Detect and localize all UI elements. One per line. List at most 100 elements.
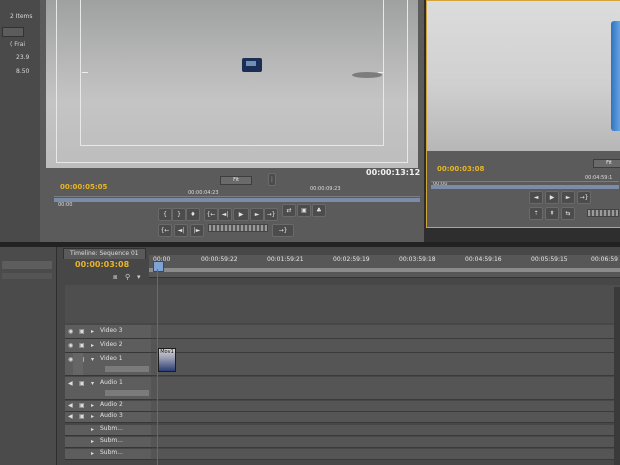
source-timecode-in[interactable]: 00:00:05:05 (60, 183, 107, 191)
expand-icon[interactable]: ▸ (91, 438, 94, 445)
track-header-video-3[interactable]: ◉ ▣ ▸ Video 3 (65, 325, 151, 339)
expand-icon[interactable]: ▾ (91, 380, 94, 387)
lock-icon[interactable]: ▣ (79, 380, 85, 387)
expand-icon[interactable]: ▸ (91, 342, 94, 349)
item-count: 2 Items (10, 13, 33, 20)
track-name: Video 1 (100, 355, 123, 362)
playhead-handle[interactable] (153, 261, 164, 272)
track-header-audio-2[interactable]: ◀ ▣ ▸ Audio 2 (65, 401, 151, 412)
program-extract-button[interactable]: ⇞ (545, 207, 559, 220)
step-back-button[interactable]: ◄| (218, 208, 232, 221)
track-video-1[interactable] (151, 353, 620, 376)
play-button[interactable]: ▶ (233, 208, 249, 221)
timeline-timecode[interactable]: 00:00:03:08 (75, 260, 129, 269)
tick-label: 00:00:59:22 (201, 256, 238, 263)
source-track-target[interactable] (73, 353, 83, 375)
lock-icon[interactable]: ▣ (79, 328, 85, 335)
track-name: Audio 2 (100, 401, 123, 408)
eye-icon[interactable]: ◉ (68, 328, 73, 335)
program-fit-dropdown[interactable]: Fit (593, 159, 620, 168)
speaker-icon[interactable]: ◀ (68, 402, 73, 409)
program-video-frame (427, 1, 620, 151)
source-settings-icon[interactable]: ⋮ (268, 173, 276, 186)
jog-control[interactable] (208, 224, 268, 232)
safe-margins-button[interactable]: ▣ (297, 204, 311, 217)
snap-icon[interactable]: ⧈ (113, 273, 121, 281)
video-clip[interactable]: Mov1 (158, 348, 176, 372)
program-lift-button[interactable]: ⇡ (529, 207, 543, 220)
speaker-icon[interactable]: ◀ (68, 380, 73, 387)
track-header-submix-3[interactable]: ▸ Subm... (65, 449, 151, 460)
expand-icon[interactable]: ▾ (91, 356, 94, 363)
set-marker-button[interactable]: ♦ (186, 208, 200, 221)
track-header-submix-2[interactable]: ▸ Subm... (65, 437, 151, 448)
track-header-submix-1[interactable]: ▸ Subm... (65, 425, 151, 436)
track-name: Subm... (100, 449, 123, 456)
timeline-ruler[interactable]: 00:00 00:00:59:22 00:01:59:21 00:02:59:1… (149, 255, 620, 278)
output-button[interactable]: ♣ (312, 204, 326, 217)
program-step-back-button[interactable]: ◄ (529, 191, 543, 204)
tick-label: 00:05:59:15 (531, 256, 568, 263)
shuttle-left-button[interactable]: ◄| (174, 224, 188, 237)
step-forward-button[interactable]: ► (250, 208, 264, 221)
expand-icon[interactable]: ▸ (91, 328, 94, 335)
lock-icon[interactable]: ▣ (79, 413, 85, 420)
track-header-audio-1[interactable]: ◀ ▣ ▾ Audio 1 (65, 377, 151, 400)
source-scrubber[interactable] (54, 198, 420, 202)
sequence-marker-icon[interactable]: ▾ (137, 273, 145, 281)
track-header-video-2[interactable]: ◉ ▣ ▸ Video 2 (65, 339, 151, 353)
track-audio-3[interactable] (151, 412, 620, 423)
track-name: Subm... (100, 425, 123, 432)
track-video-2[interactable] (151, 339, 620, 353)
shuttle-right-button[interactable]: |► (190, 224, 204, 237)
insert-button[interactable]: →} (272, 224, 294, 237)
track-keyframe-area[interactable] (105, 366, 149, 372)
work-area-bar[interactable] (149, 268, 620, 272)
mark-in-button[interactable]: { (158, 208, 172, 221)
expand-icon[interactable]: ▸ (91, 413, 94, 420)
track-audio-2[interactable] (151, 401, 620, 412)
expand-icon[interactable]: ▸ (91, 426, 94, 433)
go-to-out-button[interactable]: →} (264, 208, 278, 221)
program-step-forward-button[interactable]: ► (561, 191, 575, 204)
speaker-icon[interactable]: ◀ (68, 413, 73, 420)
timeline-tab[interactable]: Timeline: Sequence 01 (63, 248, 146, 259)
floor-mark (352, 72, 382, 78)
track-submix-2[interactable] (151, 437, 620, 448)
track-audio-1[interactable] (151, 377, 620, 400)
timeline-panel: Timeline: Sequence 01 00:00:03:08 00:00 … (57, 247, 620, 465)
safe-cross-left (82, 72, 88, 73)
lock-icon[interactable]: ▣ (79, 342, 85, 349)
program-trim-button[interactable]: ⇆ (561, 207, 575, 220)
track-keyframe-area[interactable] (105, 390, 149, 396)
program-timecode-in[interactable]: 00:00:03:08 (437, 165, 484, 173)
eye-icon[interactable]: ◉ (68, 342, 73, 349)
source-fit-dropdown[interactable]: Fit (220, 176, 252, 185)
track-video-3[interactable] (151, 325, 620, 339)
mark-out-button[interactable]: } (172, 208, 186, 221)
track-header-audio-3[interactable]: ◀ ▣ ▸ Audio 3 (65, 412, 151, 423)
go-to-in-button[interactable]: {← (204, 208, 218, 221)
program-ruler-line (431, 181, 619, 182)
marker-icon[interactable]: ⚲ (125, 273, 133, 281)
aspect-value: 8.50 (16, 68, 30, 75)
track-submix-1[interactable] (151, 425, 620, 436)
program-scrubber[interactable] (431, 185, 619, 189)
expand-icon[interactable]: ▸ (91, 402, 94, 409)
lock-icon[interactable]: ▣ (79, 402, 85, 409)
track-name: Video 3 (100, 327, 123, 334)
program-jog-control[interactable] (587, 209, 619, 217)
timeline-scrollbar[interactable] (614, 287, 620, 465)
go-to-in-point-button[interactable]: {← (158, 224, 172, 237)
track-name: Audio 3 (100, 412, 123, 419)
view-dropdown[interactable] (2, 27, 24, 37)
source-ruler-start: 00:00 (58, 202, 73, 208)
playhead-line[interactable] (157, 269, 158, 465)
track-submix-3[interactable] (151, 449, 620, 460)
program-go-out-button[interactable]: →} (577, 191, 591, 204)
program-monitor: Fit 00:00:03:08 00:00 00:04:59:1 ◄ ▶ ► →… (426, 0, 620, 228)
loop-button[interactable]: ⇄ (282, 204, 296, 217)
tick-label: 00:01:59:21 (267, 256, 304, 263)
program-play-button[interactable]: ▶ (545, 191, 559, 204)
expand-icon[interactable]: ▸ (91, 450, 94, 457)
